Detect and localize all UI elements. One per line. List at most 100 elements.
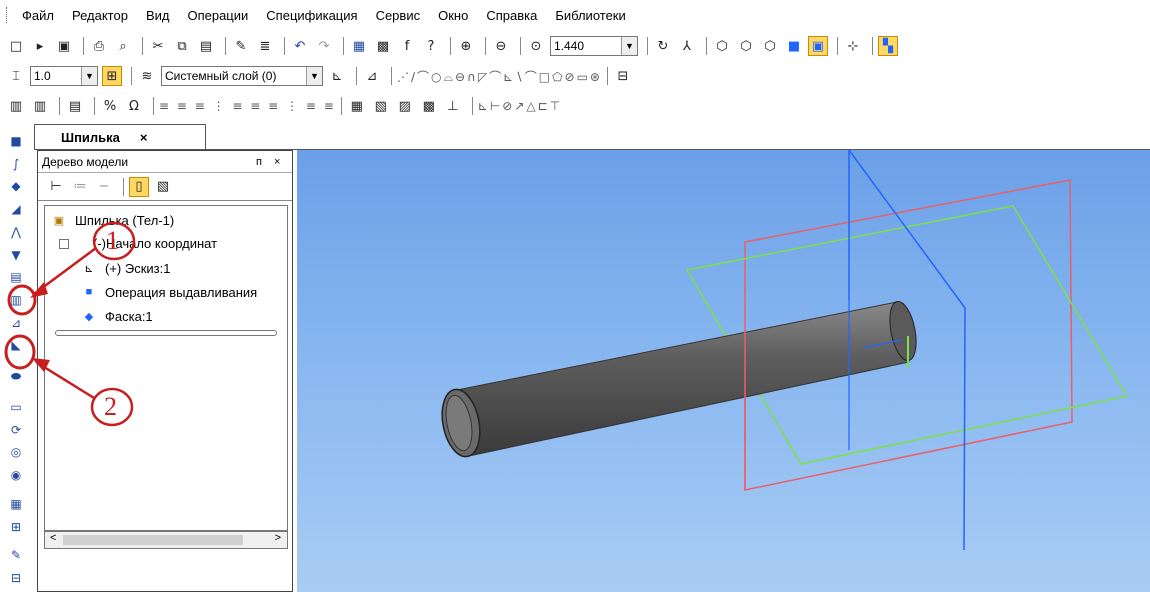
zoom-frame-icon[interactable]: ⊙ [526, 36, 546, 56]
horizontal-scrollbar[interactable]: < > [44, 531, 288, 549]
tree-minus-icon[interactable]: − [94, 177, 114, 197]
copy-icon[interactable]: ⧉ [172, 36, 192, 56]
scroll-left-icon[interactable]: < [50, 532, 56, 544]
tree-item-extrusion[interactable]: ■ Операция выдавливания [81, 284, 258, 300]
ortho-icon[interactable]: ⊿ [362, 66, 382, 86]
perspective-icon[interactable]: ⊹ [843, 36, 863, 56]
tree-view-icon[interactable]: ▯ [129, 176, 149, 197]
tree-list-icon[interactable]: ≔ [70, 177, 90, 197]
snap-icon[interactable]: ⊞ [102, 66, 122, 86]
layout-icon[interactable]: ⊟ [6, 569, 26, 587]
orientation-icon[interactable]: ⅄ [677, 36, 697, 56]
menu-file[interactable]: Файл [22, 8, 54, 23]
open-icon[interactable]: ▸ [30, 36, 50, 56]
sketch-icon[interactable]: ⊿ [6, 314, 26, 332]
cut-icon[interactable]: ✂ [148, 36, 168, 56]
chevron-down-icon[interactable]: ▼ [306, 67, 322, 85]
text-align-icons[interactable]: ≡ ≡ ≡ ⋮ ≡ ≡ ≡ ⋮ ≡ ≡ [159, 99, 336, 113]
help-icon[interactable]: ? [421, 36, 441, 56]
menu-window[interactable]: Окно [438, 8, 468, 23]
ring-icon[interactable]: ◉ [6, 466, 26, 484]
document-tab[interactable]: Шпилька × [34, 124, 206, 150]
layer-combo[interactable]: Системный слой (0) ▼ [161, 66, 323, 86]
frame2-icon[interactable]: ▥ [30, 96, 50, 116]
preview-icon[interactable]: ⌕ [113, 36, 133, 56]
panel-close-icon[interactable]: × [274, 156, 280, 168]
dimension-tools-icon[interactable]: ⊾⊢⊘↗△⊏⊤ [478, 99, 562, 113]
checkbox-icon[interactable] [59, 238, 69, 249]
cylinder-icon[interactable]: ⬬ [6, 367, 26, 385]
spec-icon[interactable]: ▤ [6, 268, 26, 286]
redo-icon[interactable]: ↷ [314, 36, 334, 56]
scroll-right-icon[interactable]: > [275, 532, 281, 544]
menu-help[interactable]: Справка [486, 8, 537, 23]
new-icon[interactable]: □ [6, 36, 26, 56]
special-char-icon[interactable]: % [100, 96, 120, 116]
rotate-icon[interactable]: ↻ [653, 36, 673, 56]
library-icon[interactable]: ▩ [373, 36, 393, 56]
pin-icon[interactable]: п [256, 156, 262, 168]
variables-icon[interactable]: f [397, 36, 417, 56]
model-viewport[interactable] [297, 150, 1150, 592]
list-icon[interactable]: ≣ [255, 36, 275, 56]
print-icon[interactable]: ⎙ [89, 36, 109, 56]
table-cell-icon[interactable]: ▨ [395, 96, 415, 116]
shaded-icon[interactable]: ■ [784, 36, 804, 56]
undo-icon[interactable]: ↶ [290, 36, 310, 56]
table-split-icon[interactable]: ⊥ [443, 96, 463, 116]
manager-icon[interactable]: ▦ [349, 36, 369, 56]
step-icon[interactable]: ⌶ [6, 66, 26, 86]
component-icon[interactable]: ⊞ [6, 518, 26, 536]
layer-icon[interactable]: ≋ [137, 66, 157, 86]
menu-libraries[interactable]: Библиотеки [555, 8, 625, 23]
curve-icon[interactable]: ∫ [6, 155, 26, 173]
edit-icon[interactable]: ▭ [6, 398, 26, 416]
hatch-icon[interactable]: ⊟ [613, 66, 633, 86]
menu-grip[interactable] [6, 7, 10, 23]
properties-icon[interactable]: ✎ [231, 36, 251, 56]
paste-icon[interactable]: ▤ [196, 36, 216, 56]
zoom-combo[interactable]: 1.440 ▼ [550, 36, 638, 56]
menu-operations[interactable]: Операции [187, 8, 248, 23]
table-merge-icon[interactable]: ▩ [419, 96, 439, 116]
geometry-tools-icon[interactable]: ⋰∕⌒○⌓⊖∩◸⌒⊾∖⌒□⬠⊘▭⊛ [397, 68, 602, 85]
save-icon[interactable]: ▣ [54, 36, 74, 56]
table-icon[interactable]: ▦ [347, 96, 367, 116]
tree-sort-icon[interactable]: ▧ [153, 177, 173, 197]
menu-service[interactable]: Сервис [376, 8, 421, 23]
zoom-in-icon[interactable]: ⊕ [456, 36, 476, 56]
hidden-lines-icon[interactable]: ⬡ [736, 36, 756, 56]
filter-icon[interactable]: ▼ [6, 246, 26, 264]
chevron-down-icon[interactable]: ▼ [621, 37, 637, 55]
close-icon[interactable]: × [140, 130, 148, 145]
tree-item-origin[interactable]: (-)Начало координат [59, 236, 217, 251]
measure-icon[interactable]: ▥ [6, 291, 26, 309]
tree-item-sketch[interactable]: ⊾ (+) Эскиз:1 [81, 260, 170, 276]
dimension-icon[interactable]: ⋀ [6, 223, 26, 241]
insert-icon[interactable]: ▤ [65, 96, 85, 116]
rotate-body-icon[interactable]: ⟳ [6, 421, 26, 439]
cube-icon[interactable]: ■ [6, 132, 26, 150]
assembly-icon[interactable]: ▦ [6, 495, 26, 513]
zoom-out-icon[interactable]: ⊖ [491, 36, 511, 56]
frame-icon[interactable]: ▥ [6, 96, 26, 116]
tree-structure-icon[interactable]: ⊢ [46, 177, 66, 197]
drawing-icon[interactable]: ✎ [6, 546, 26, 564]
tree-toggle-icon[interactable]: ▚ [878, 36, 898, 56]
extrude-icon[interactable]: ◣ [6, 337, 26, 355]
hidden-thin-icon[interactable]: ⬡ [760, 36, 780, 56]
shaded-edges-icon[interactable]: ▣ [808, 36, 828, 56]
pin-body[interactable] [456, 301, 910, 457]
menu-view[interactable]: Вид [146, 8, 170, 23]
omega-icon[interactable]: Ω [124, 96, 144, 116]
tree-item-chamfer[interactable]: ◆ Фаска:1 [81, 308, 153, 324]
menu-editor[interactable]: Редактор [72, 8, 128, 23]
line-width-combo[interactable]: 1.0 ▼ [30, 66, 98, 86]
chevron-down-icon[interactable]: ▼ [81, 67, 97, 85]
surface-icon[interactable]: ◢ [6, 200, 26, 218]
spring-icon[interactable]: ◎ [6, 444, 26, 462]
plane-icon[interactable]: ◆ [6, 177, 26, 195]
menu-specification[interactable]: Спецификация [266, 8, 357, 23]
local-cs-icon[interactable]: ⊾ [327, 66, 347, 86]
table-edit-icon[interactable]: ▧ [371, 96, 391, 116]
